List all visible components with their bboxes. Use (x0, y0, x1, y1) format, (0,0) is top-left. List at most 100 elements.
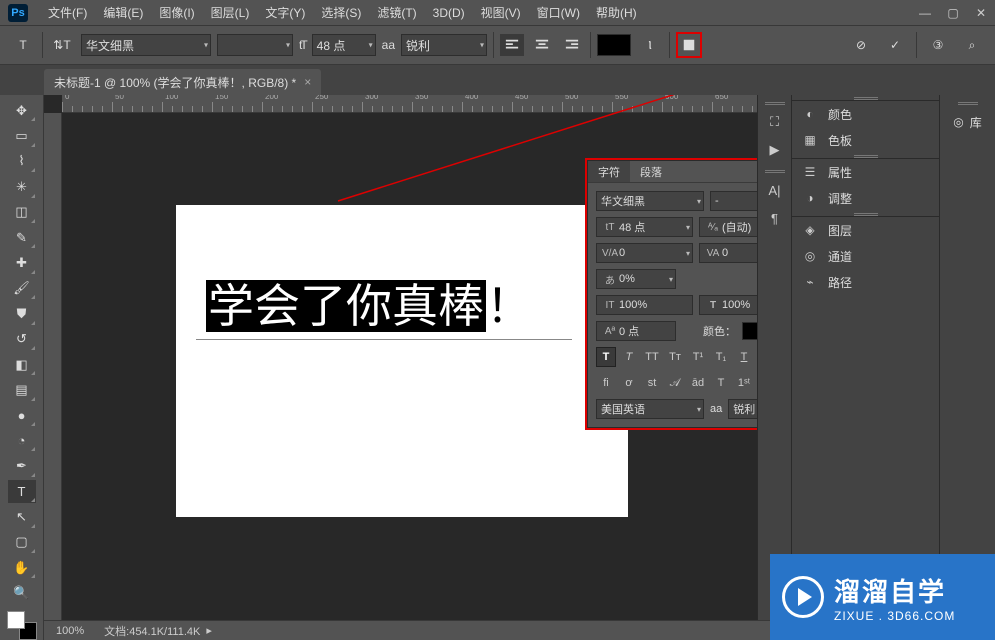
menu-file[interactable]: 文件(F) (40, 0, 95, 25)
marquee-tool[interactable]: ▭ (8, 124, 36, 147)
font-size-select[interactable]: 48 点 ▾ (312, 34, 376, 56)
subscript-button[interactable]: T₁ (711, 347, 731, 367)
stylistic-alt-button[interactable]: ād (688, 373, 708, 393)
panel-adjustments[interactable]: ◑调整 (792, 185, 939, 211)
menu-image[interactable]: 图像(I) (151, 0, 202, 25)
blur-tool[interactable]: ● (8, 404, 36, 427)
swash-button[interactable]: 𝒜 (665, 373, 685, 393)
menu-view[interactable]: 视图(V) (473, 0, 529, 25)
ligatures-button[interactable]: fi (596, 373, 616, 393)
ordinals-button[interactable]: 1ˢᵗ (734, 373, 754, 393)
panel-channels[interactable]: ◎通道 (792, 243, 939, 269)
path-selection-tool[interactable]: ↖ (8, 505, 36, 528)
brush-tool[interactable]: 🖌 (8, 277, 36, 300)
stamp-tool[interactable]: ⛊ (8, 302, 36, 325)
3d-text-icon[interactable]: ③ (925, 32, 951, 58)
align-center-button[interactable] (530, 34, 554, 56)
dodge-tool[interactable]: ◔ (8, 429, 36, 452)
warp-text-icon[interactable]: Ⲓ (637, 32, 663, 58)
faux-italic-button[interactable]: T (619, 347, 639, 367)
history-panel-icon[interactable]: ⛶ (761, 109, 789, 135)
align-right-button[interactable] (560, 34, 584, 56)
cp-tsume[interactable]: あ 0%▾ (596, 269, 676, 289)
menu-3d[interactable]: 3D(D) (425, 0, 473, 25)
cp-language[interactable]: 美国英语▾ (596, 399, 704, 419)
character-tab[interactable]: 字符 (588, 161, 630, 182)
quick-select-tool[interactable]: ✳ (8, 175, 36, 198)
tool-preset-icon[interactable]: T (10, 32, 36, 58)
ruler-horizontal[interactable]: 0501001502002503003504004505005506006507… (62, 95, 757, 113)
search-icon[interactable]: ⌕ (959, 32, 985, 58)
tab-close-icon[interactable]: × (304, 75, 311, 89)
panel-layers[interactable]: ◈图层 (792, 217, 939, 243)
panel-grip[interactable] (958, 102, 978, 106)
cp-font-size[interactable]: tT 48 点▾ (596, 217, 693, 237)
panel-paths[interactable]: ⌁路径 (792, 269, 939, 295)
cp-kerning[interactable]: V/A 0▾ (596, 243, 693, 263)
superscript-button[interactable]: T¹ (688, 347, 708, 367)
lasso-tool[interactable]: ⌇ (8, 150, 36, 173)
document-info[interactable]: 文档:454.1K/111.4K (104, 623, 200, 639)
zoom-level[interactable]: 100% (56, 625, 84, 637)
healing-tool[interactable]: ✚ (8, 251, 36, 274)
eyedropper-tool[interactable]: ✎ (8, 226, 36, 249)
contextual-alt-button[interactable]: ơ (619, 373, 639, 393)
crop-tool[interactable]: ◫ (8, 201, 36, 224)
zoom-tool[interactable]: 🔍 (8, 581, 36, 604)
cp-font-family[interactable]: 华文细黑▾ (596, 191, 704, 211)
underline-button[interactable]: T (734, 347, 754, 367)
cancel-edit-icon[interactable]: ⊘ (848, 32, 874, 58)
canvas[interactable]: 学会了你真棒！ (176, 205, 628, 517)
panel-libraries[interactable]: ◎ 库 (940, 109, 995, 135)
font-style-select[interactable]: ▾ (217, 34, 293, 56)
menu-type[interactable]: 文字(Y) (257, 0, 313, 25)
cp-tracking[interactable]: VA 0▾ (699, 243, 757, 263)
character-panel-icon[interactable]: A| (761, 177, 789, 203)
eraser-tool[interactable]: ◧ (8, 353, 36, 376)
menu-help[interactable]: 帮助(H) (588, 0, 645, 25)
menu-select[interactable]: 选择(S) (313, 0, 369, 25)
ruler-vertical[interactable] (44, 113, 62, 640)
menu-filter[interactable]: 滤镜(T) (369, 0, 424, 25)
move-tool[interactable]: ✥ (8, 99, 36, 122)
character-panel-toggle[interactable] (676, 32, 702, 58)
panel-grip[interactable] (765, 170, 785, 174)
minimize-button[interactable]: — (911, 3, 939, 23)
text-layer[interactable]: 学会了你真棒！ (206, 270, 532, 336)
pen-tool[interactable]: ✒ (8, 454, 36, 477)
paragraph-panel-icon[interactable]: ¶ (761, 205, 789, 231)
cp-color-swatch[interactable] (742, 322, 757, 340)
cp-baseline-shift[interactable]: Aª 0 点 (596, 321, 676, 341)
antialias-select[interactable]: 锐利 ▾ (401, 34, 487, 56)
close-button[interactable]: ✕ (967, 3, 995, 23)
cp-antialias[interactable]: 锐利▾ (728, 399, 757, 419)
text-orientation-icon[interactable]: ⇅T (49, 32, 75, 58)
font-family-select[interactable]: 华文细黑 ▾ (81, 34, 211, 56)
panel-properties[interactable]: ☰属性 (792, 159, 939, 185)
faux-bold-button[interactable]: T (596, 347, 616, 367)
foreground-swatch[interactable] (7, 611, 25, 629)
cp-font-style[interactable]: -▾ (710, 191, 757, 211)
history-brush-tool[interactable]: ↺ (8, 328, 36, 351)
text-tool[interactable]: T (8, 480, 36, 503)
text-color-swatch[interactable] (597, 34, 631, 56)
panel-swatches[interactable]: ▦色板 (792, 127, 939, 153)
gradient-tool[interactable]: ▤ (8, 378, 36, 401)
maximize-button[interactable]: ▢ (939, 3, 967, 23)
menu-layer[interactable]: 图层(L) (203, 0, 258, 25)
menu-window[interactable]: 窗口(W) (529, 0, 588, 25)
paragraph-tab[interactable]: 段落 (630, 161, 672, 182)
panel-grip[interactable] (765, 102, 785, 106)
discretionary-lig-button[interactable]: st (642, 373, 662, 393)
color-swatches[interactable] (7, 611, 37, 640)
cp-horizontal-scale[interactable]: T 100% (699, 295, 757, 315)
document-tab[interactable]: 未标题-1 @ 100% (学会了你真棒！, RGB/8) * × (44, 69, 321, 95)
allcaps-button[interactable]: TT (642, 347, 662, 367)
actions-panel-icon[interactable]: ▶ (761, 137, 789, 163)
panel-color[interactable]: ◐颜色 (792, 101, 939, 127)
commit-edit-icon[interactable]: ✓ (882, 32, 908, 58)
titling-alt-button[interactable]: T (711, 373, 731, 393)
cp-vertical-scale[interactable]: IT 100% (596, 295, 693, 315)
hand-tool[interactable]: ✋ (8, 556, 36, 579)
cp-leading[interactable]: ᴬ⁄ₐ (自动)▾ (699, 217, 757, 237)
